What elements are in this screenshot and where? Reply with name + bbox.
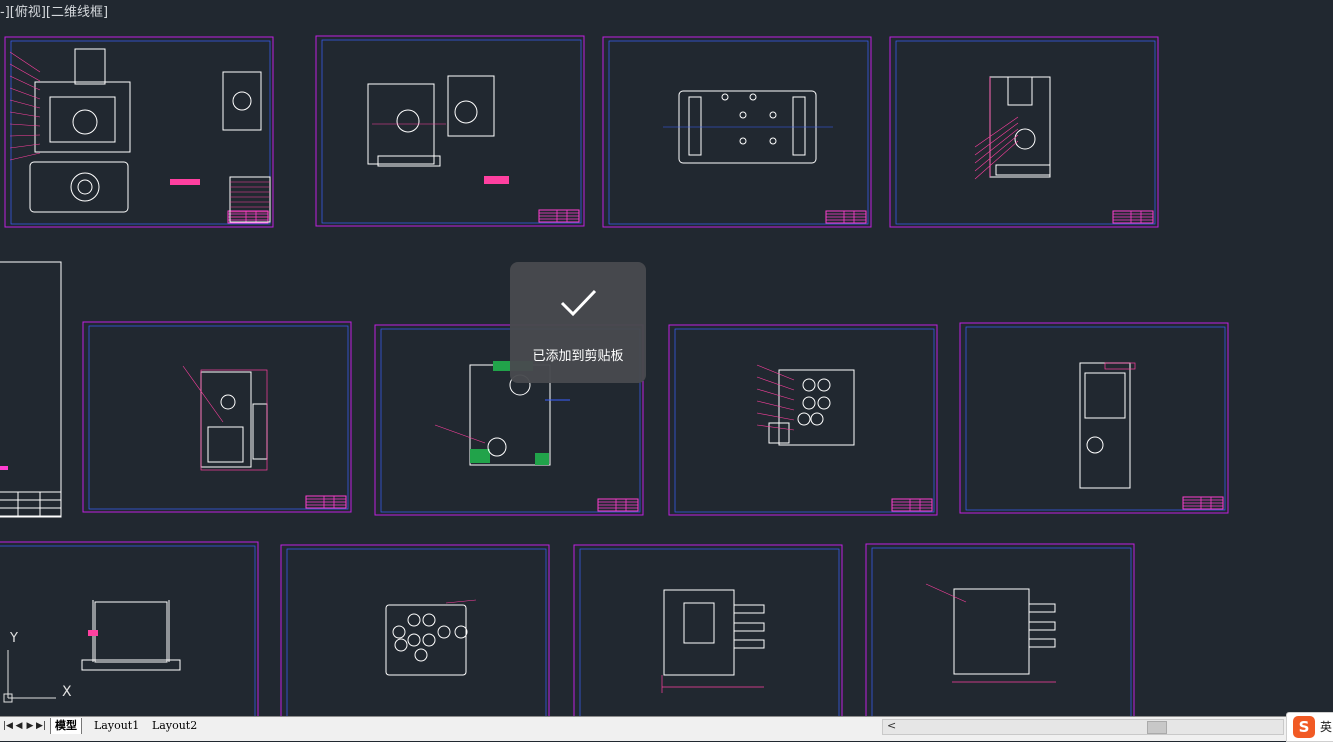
tab-model[interactable]: 模型 (50, 718, 82, 734)
drawing-sheet (280, 544, 550, 716)
clipboard-toast: 已添加到剪贴板 (510, 262, 646, 383)
drawing-sheet (889, 36, 1159, 228)
tab-layout1[interactable]: Layout1 (90, 718, 143, 734)
toast-message: 已添加到剪贴板 (532, 349, 624, 364)
drawing-sheet (573, 544, 843, 716)
drawing-sheet (865, 543, 1135, 716)
ime-mode-label: 英 (1320, 720, 1333, 734)
first-page-icon[interactable]: |◀ (3, 719, 13, 733)
scroll-left-arrow[interactable]: < (887, 719, 896, 732)
scroll-thumb[interactable] (1147, 721, 1167, 734)
partial-sheet-left (0, 261, 62, 518)
ucs-y-label: Y (9, 631, 18, 646)
checkmark-icon (560, 289, 597, 317)
tab-layout2[interactable]: Layout2 (148, 718, 201, 734)
next-page-icon[interactable]: ▶ (25, 719, 35, 733)
drawing-sheet (959, 322, 1229, 514)
prev-page-icon[interactable]: ◀ (14, 719, 24, 733)
layout-tab-bar: |◀ ◀ ▶ ▶| 模型 Layout1 Layout2 < (0, 716, 1333, 741)
drawing-sheet (668, 324, 938, 516)
drawing-sheet (315, 35, 585, 227)
horizontal-scrollbar[interactable]: < (882, 719, 1284, 735)
drawing-sheet (602, 36, 872, 228)
ime-indicator[interactable]: S 英 (1286, 712, 1333, 742)
last-page-icon[interactable]: ▶| (36, 719, 46, 733)
drawing-sheet (0, 541, 259, 716)
drawing-sheet (4, 36, 274, 228)
drawing-canvas[interactable]: Y X (0, 0, 1333, 716)
ucs-icon: Y X (3, 631, 72, 703)
viewport-controls-label[interactable]: -][俯视][二维线框] (0, 1, 108, 20)
sogou-logo-icon: S (1293, 716, 1315, 738)
drawing-sheet (82, 321, 352, 513)
ucs-x-label: X (62, 684, 72, 700)
